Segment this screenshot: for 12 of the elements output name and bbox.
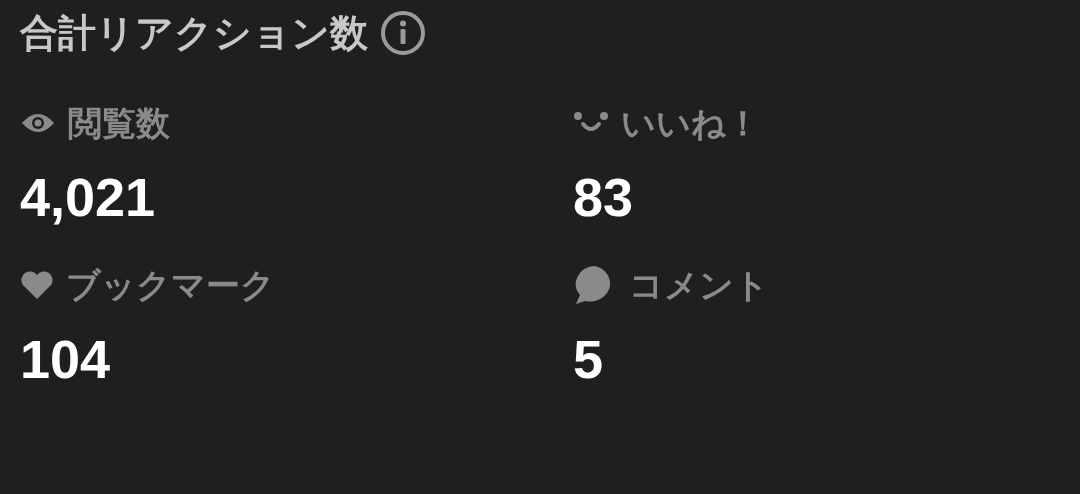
- stat-value: 83: [573, 170, 634, 224]
- eye-icon: [20, 111, 56, 135]
- section-title: 合計リアクション数: [20, 14, 368, 52]
- heart-icon: [20, 270, 54, 300]
- stat-value: 4,021: [20, 170, 156, 224]
- stat-value: 104: [20, 332, 111, 386]
- stat-label: ブックマーク: [66, 268, 275, 302]
- info-icon[interactable]: [380, 10, 426, 56]
- stat-label: 閲覧数: [68, 106, 170, 140]
- stat-value: 5: [573, 332, 604, 386]
- stat-label: コメント: [629, 268, 769, 302]
- stat-label: いいね！: [621, 106, 760, 140]
